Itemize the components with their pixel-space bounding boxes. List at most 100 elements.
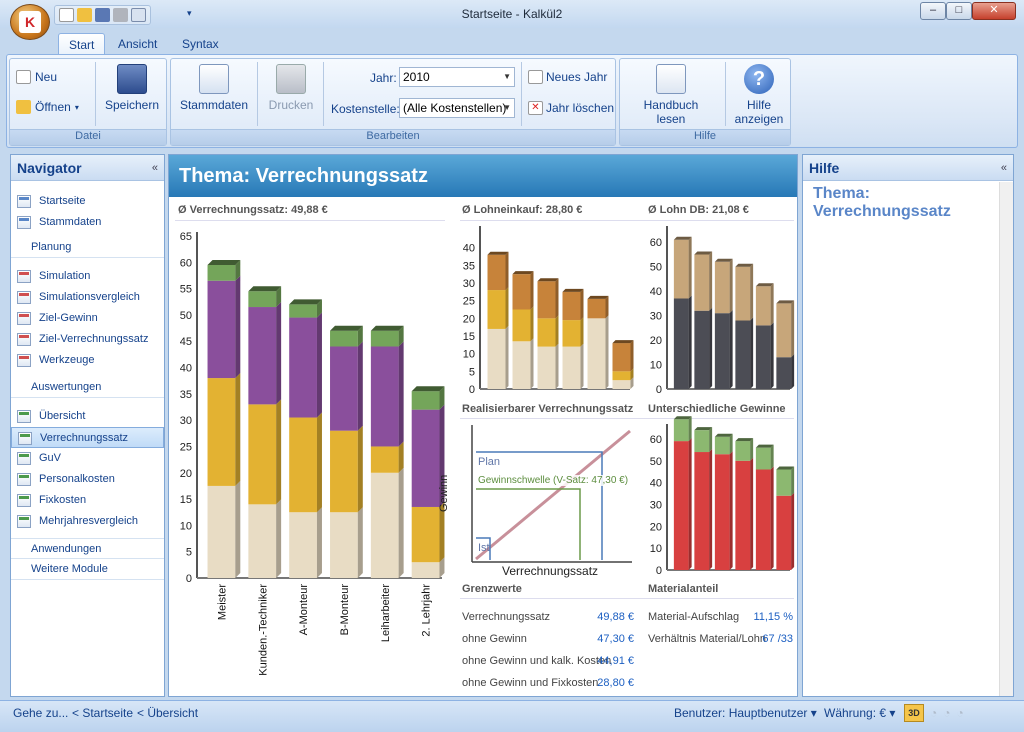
grenz-value: 28,80 €: [597, 677, 634, 689]
bar-side: [770, 444, 774, 470]
bar-segment: [487, 328, 506, 389]
bar-segment: [537, 318, 556, 347]
bar-segment: [776, 495, 792, 570]
bar-segment: [714, 454, 730, 570]
bar-top: [755, 283, 774, 287]
bar-side: [791, 466, 795, 496]
y-tick-label: 50: [650, 262, 662, 274]
bar-segment: [289, 512, 317, 578]
bar-top: [612, 340, 634, 344]
bar-side: [688, 416, 692, 442]
bar-side: [750, 317, 754, 389]
goto-menu[interactable]: Gehe zu...: [13, 706, 68, 720]
bar-side: [398, 467, 404, 578]
bar-segment: [289, 417, 317, 513]
bar-segment: [248, 404, 277, 505]
bar-side: [555, 343, 559, 389]
y-tick-label: 35: [180, 389, 192, 401]
y-tick-label: 0: [469, 384, 475, 396]
grenz-row: ohne Gewinn und kalk. Kosten 44,91 €: [462, 650, 634, 672]
bar-side: [729, 258, 733, 314]
bar-top: [487, 251, 509, 255]
bar-segment: [207, 378, 236, 486]
bar-side: [276, 399, 282, 505]
bar-segment: [248, 504, 277, 578]
3d-toggle-icon[interactable]: 3D: [904, 704, 924, 722]
y-tick-label: 10: [650, 360, 662, 372]
bar-side: [709, 449, 713, 570]
bar-side: [688, 295, 692, 389]
bar-segment: [694, 452, 710, 570]
bar-segment: [587, 318, 606, 389]
y-tick-label: 20: [180, 468, 192, 480]
bar-segment: [714, 261, 730, 314]
revenue-line: [475, 429, 631, 561]
bar-side: [630, 340, 634, 372]
bar-side: [316, 312, 322, 418]
y-tick-label: 30: [180, 415, 192, 427]
y-tick-label: 10: [650, 543, 662, 555]
grenz-value: 44,91 €: [597, 655, 634, 667]
bar-segment: [487, 254, 506, 291]
help-pane-title: Hilfe: [809, 160, 840, 176]
y-tick-label: 0: [656, 384, 662, 396]
bar-side: [505, 325, 509, 389]
bar-segment: [694, 430, 710, 453]
y-tick-label: 60: [650, 237, 662, 249]
bar-top: [735, 263, 754, 267]
back-link-startseite[interactable]: < Startseite: [72, 706, 133, 720]
help-pane: Hilfe « Thema: Verrechnungssatz: [802, 154, 1014, 697]
bar-top: [330, 325, 363, 331]
bar-segment: [673, 441, 689, 570]
material-value: 67 /33: [762, 633, 793, 645]
material-label: Verhältnis Material/Lohn: [648, 633, 767, 645]
bar-side: [276, 302, 282, 405]
y-tick-label: 20: [463, 313, 475, 325]
bar-side: [398, 441, 404, 473]
bar-segment: [330, 330, 358, 347]
bar-segment: [512, 274, 531, 310]
material-table: Material-Aufschlag 11,15 % Verhältnis Mat…: [648, 606, 793, 650]
bar-side: [750, 438, 754, 461]
application-menu-button[interactable]: K: [10, 4, 50, 40]
bar-segment: [370, 446, 399, 473]
bar-top: [714, 433, 733, 437]
y-tick-label: 40: [180, 363, 192, 375]
bar-top: [735, 438, 754, 442]
bar-side: [398, 341, 404, 447]
y-tick-label: 0: [186, 573, 192, 585]
bar-top: [587, 295, 609, 299]
currency-indicator[interactable]: Währung: € ▾: [824, 706, 895, 720]
bar-side: [580, 317, 584, 347]
category-label: B-Monteur: [339, 584, 351, 636]
bar-segment: [755, 447, 771, 470]
collapse-chevron-icon[interactable]: «: [1001, 155, 1007, 181]
bar-segment: [735, 320, 751, 389]
bar-segment: [562, 346, 581, 389]
bar-side: [770, 466, 774, 570]
grenz-value: 47,30 €: [597, 633, 634, 645]
bar-side: [530, 338, 534, 389]
y-tick-label: 50: [180, 310, 192, 322]
bar-segment: [612, 343, 631, 372]
bar-segment: [207, 485, 236, 578]
bar-segment: [735, 441, 751, 461]
bar-segment: [714, 313, 730, 389]
bar-side: [791, 354, 795, 389]
bar-top: [207, 259, 241, 265]
category-label: A-Monteur: [298, 584, 310, 636]
help-scrollbar[interactable]: [999, 182, 1013, 696]
user-indicator[interactable]: Benutzer: Hauptbenutzer ▾: [674, 706, 817, 720]
bar-side: [791, 300, 795, 358]
y-tick-label: 50: [650, 456, 662, 468]
y-tick-label: 55: [180, 284, 192, 296]
bar-segment: [512, 309, 531, 342]
material-value: 11,15 %: [753, 611, 793, 623]
y-tick-label: 5: [469, 366, 475, 378]
grenz-label: Verrechnungssatz: [462, 611, 551, 623]
y-tick-label: 10: [463, 349, 475, 361]
bar-side: [555, 315, 559, 347]
bar-segment: [776, 303, 792, 358]
grenz-row: ohne Gewinn 47,30 €: [462, 628, 634, 650]
back-link-uebersicht[interactable]: < Übersicht: [137, 706, 198, 720]
